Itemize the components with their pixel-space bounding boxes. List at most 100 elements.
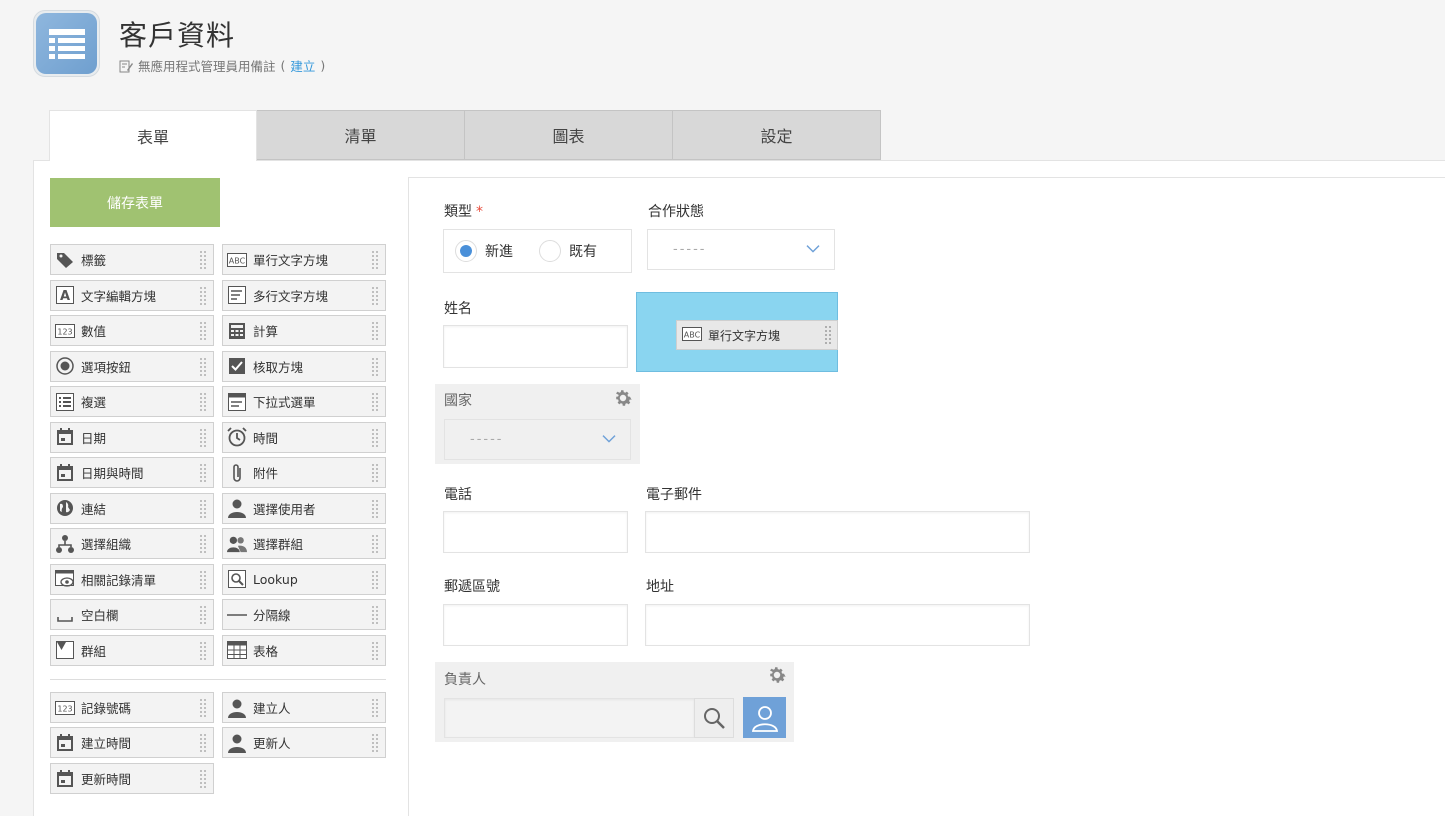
palette-item-19[interactable]: Lookup (222, 563, 386, 595)
system-palette-item-1[interactable]: 建立人 (222, 692, 386, 723)
palette-item-label: 單行文字方塊 (253, 253, 329, 268)
drag-handle (371, 321, 380, 341)
address-label: 地址 (646, 579, 674, 595)
status-label: 合作狀態 (648, 204, 704, 220)
drag-handle (371, 569, 380, 590)
palette-item-9[interactable]: 下拉式選單 (222, 386, 386, 417)
dragging-field[interactable]: ABC 單行文字方塊 (676, 320, 838, 350)
palette-item-1[interactable]: ABC 單行文字方塊 (222, 244, 386, 275)
palette-item-8[interactable]: 複選 (50, 386, 214, 417)
owner-input[interactable] (444, 698, 695, 738)
multi-select-icon (55, 392, 75, 412)
palette-item-20[interactable]: 空白欄 (50, 599, 214, 630)
palette-item-label: 空白欄 (81, 608, 119, 623)
palette-item-13[interactable]: 附件 (222, 457, 386, 488)
drag-handle (199, 534, 208, 554)
dragging-field-label: 單行文字方塊 (708, 328, 781, 343)
note-text: 無應用程式管理員用備註 (138, 59, 276, 74)
address-input[interactable] (645, 604, 1030, 646)
palette-item-10[interactable]: 日期 (50, 421, 214, 453)
zip-input[interactable] (443, 604, 628, 646)
palette-item-label: 附件 (253, 466, 279, 481)
palette-item-22[interactable]: 群組 (50, 634, 214, 666)
search-icon (704, 708, 725, 729)
status-dropdown[interactable]: ----- (647, 229, 835, 270)
save-form-button[interactable]: 儲存表單 (50, 178, 220, 227)
palette-item-label: 核取方塊 (253, 359, 304, 375)
tab-list[interactable]: 清單 (257, 110, 465, 160)
palette-item-5[interactable]: 計算 (222, 315, 386, 346)
user-icon (227, 698, 247, 718)
phone-input[interactable] (443, 511, 628, 553)
dropdown-icon (227, 392, 247, 412)
country-dropdown[interactable]: ----- (444, 419, 631, 460)
palette-item-12[interactable]: 日期與時間 (50, 457, 214, 488)
drag-handle (199, 356, 208, 377)
country-dropdown-value: ----- (470, 432, 504, 447)
drag-handle (371, 250, 380, 270)
palette-item-label: 文字編輯方塊 (81, 288, 157, 304)
calendar-icon (55, 733, 75, 753)
multiline-icon (227, 285, 247, 305)
drag-handle (371, 498, 380, 519)
name-label: 姓名 (444, 301, 472, 317)
drag-handle (199, 733, 208, 753)
palette-item-18[interactable]: 相關記錄清單 (50, 563, 214, 595)
palette-item-label: 選擇組織 (81, 537, 132, 552)
system-palette-item-4[interactable]: 更新時間 (50, 763, 214, 794)
palette-item-label: 連結 (81, 501, 107, 517)
type-label: 類型 * (444, 201, 483, 221)
svg-text:A: A (60, 289, 70, 304)
tab-settings[interactable]: 設定 (673, 110, 881, 160)
palette-item-23[interactable]: 表格 (222, 634, 386, 666)
user-outline-icon (751, 705, 778, 732)
lookup-icon (227, 569, 247, 589)
gear-icon[interactable] (766, 664, 788, 686)
palette-item-label: 時間 (253, 430, 279, 446)
palette-item-7[interactable]: 核取方塊 (222, 350, 386, 382)
group-icon (227, 534, 247, 554)
palette-item-label: 標籤 (81, 253, 107, 268)
drag-handle (371, 285, 380, 306)
drag-handle (199, 392, 208, 412)
status-dropdown-value: ----- (673, 242, 707, 257)
drag-handle (371, 640, 380, 661)
palette-item-15[interactable]: 選擇使用者 (222, 492, 386, 524)
number-icon: 123 (55, 698, 75, 718)
palette-item-17[interactable]: 選擇群組 (222, 528, 386, 559)
email-input[interactable] (645, 511, 1030, 553)
palette-item-label: 選項按鈕 (81, 359, 132, 375)
palette-divider (50, 679, 386, 680)
tab-form[interactable]: 表單 (49, 110, 257, 161)
tag-icon (55, 250, 75, 270)
name-input[interactable] (443, 325, 628, 368)
owner-search-button[interactable] (694, 698, 734, 738)
palette-item-4[interactable]: 123 數值 (50, 315, 214, 346)
palette-item-11[interactable]: 時間 (222, 421, 386, 453)
drag-handle (199, 698, 208, 718)
radio-new[interactable] (455, 240, 477, 262)
app-note: 無應用程式管理員用備註 ( 建立 ) (119, 56, 325, 75)
gear-icon[interactable] (612, 387, 634, 409)
palette-item-6[interactable]: 選項按鈕 (50, 350, 214, 382)
drag-handle (199, 250, 208, 270)
type-label-text: 類型 (444, 204, 472, 220)
palette-item-3[interactable]: 多行文字方塊 (222, 279, 386, 311)
radio-existing[interactable] (539, 240, 561, 262)
drag-handle (199, 640, 208, 661)
palette-item-0[interactable]: 標籤 (50, 244, 214, 275)
system-palette-item-3[interactable]: 更新人 (222, 727, 386, 758)
palette-item-21[interactable]: 分隔線 (222, 599, 386, 630)
required-mark: * (476, 204, 483, 220)
create-note-link[interactable]: 建立 (290, 56, 315, 75)
palette-item-2[interactable]: A 文字編輯方塊 (50, 279, 214, 311)
palette-item-label: 更新時間 (81, 772, 132, 787)
palette-item-label: 表格 (253, 643, 279, 659)
palette-item-14[interactable]: 連結 (50, 492, 214, 524)
palette-item-label: 記錄號碼 (81, 701, 132, 716)
tab-chart[interactable]: 圖表 (465, 110, 673, 160)
owner-user-picker-button[interactable] (743, 697, 786, 738)
system-palette-item-0[interactable]: 123 記錄號碼 (50, 692, 214, 723)
palette-item-16[interactable]: 選擇組織 (50, 528, 214, 559)
system-palette-item-2[interactable]: 建立時間 (50, 727, 214, 758)
